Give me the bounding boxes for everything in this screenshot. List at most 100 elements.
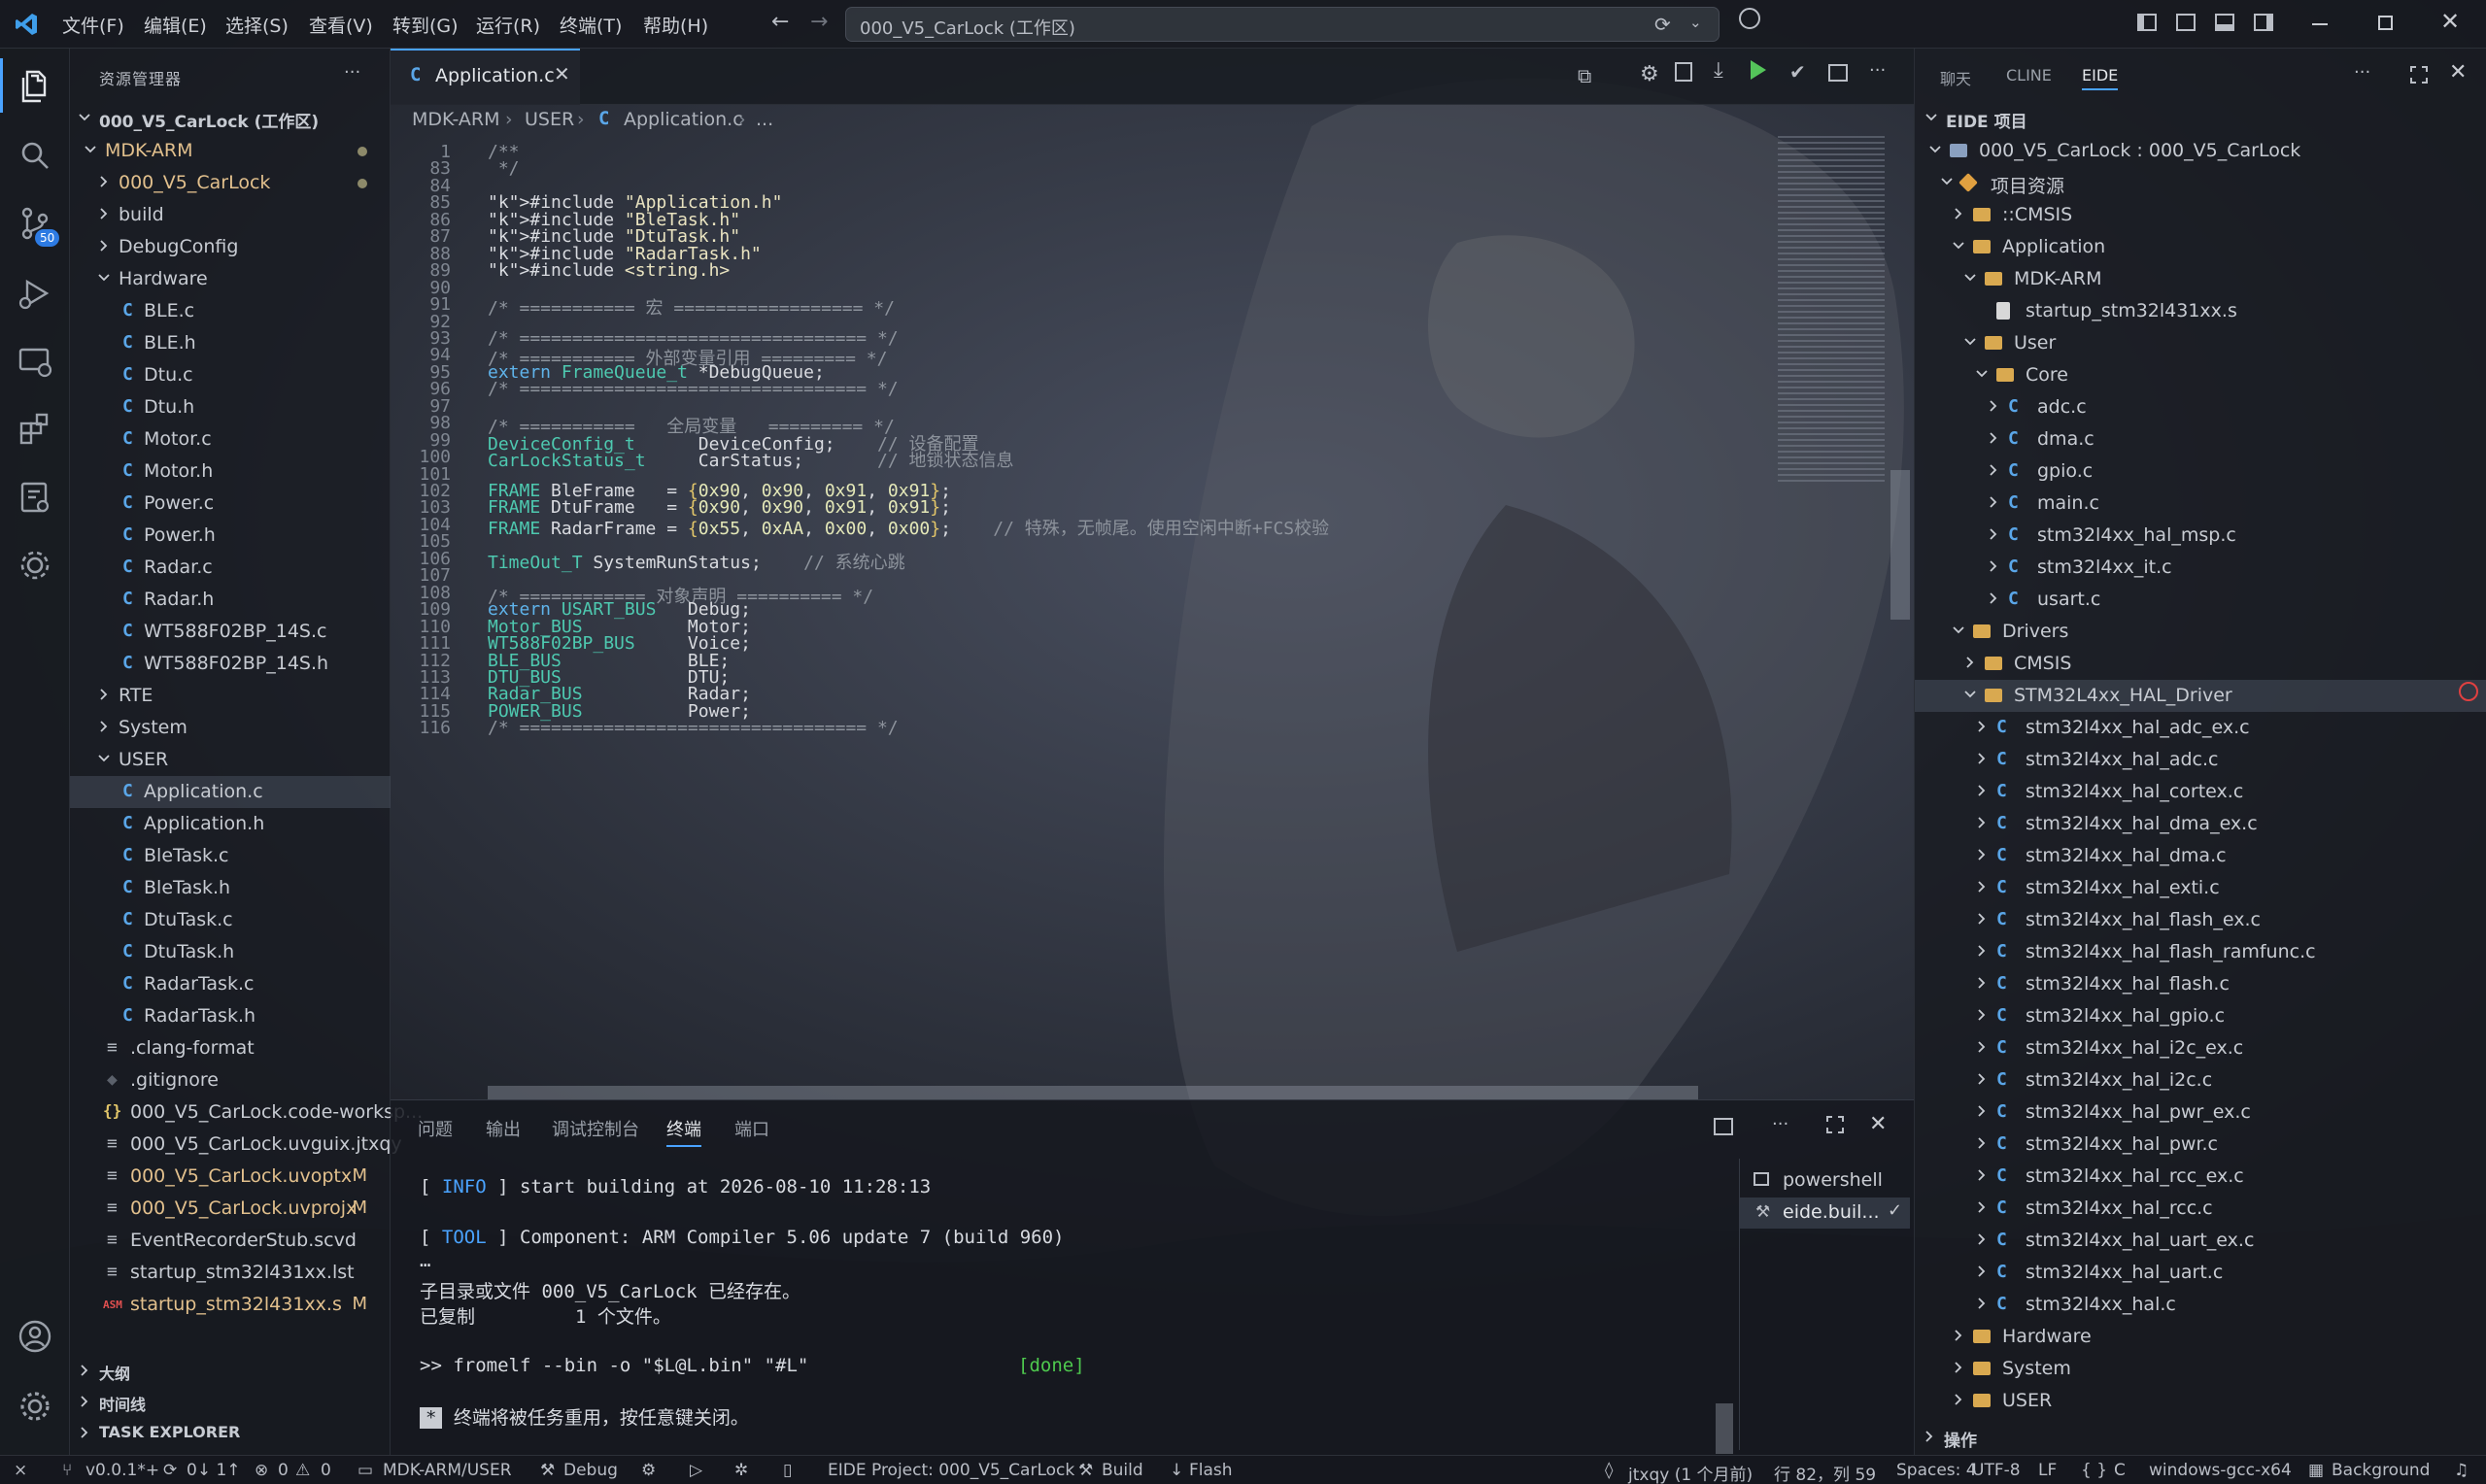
- panel-tab[interactable]: 调试控制台: [552, 1116, 639, 1141]
- tree-file[interactable]: ASM startup_stm32l431xx.s M: [70, 1289, 391, 1321]
- settings-sync-icon[interactable]: [16, 546, 54, 585]
- tree-folder[interactable]: System: [70, 712, 391, 744]
- eide-file[interactable]: Cstm32l4xx_hal_i2c.c: [1915, 1064, 2486, 1096]
- run-icon[interactable]: [1751, 60, 1766, 80]
- nav-forward-icon[interactable]: →: [810, 10, 828, 34]
- tree-folder[interactable]: USER: [70, 744, 391, 776]
- toggle-panel-icon[interactable]: [2215, 14, 2234, 31]
- indentation[interactable]: Spaces: 4: [1896, 1461, 1977, 1480]
- git-blame[interactable]: jtxqy (1 个月前): [1628, 1461, 1753, 1484]
- eide-node[interactable]: startup_stm32l431xx.s: [1915, 295, 2486, 327]
- eide-node[interactable]: USER: [1915, 1385, 2486, 1417]
- tree-file[interactable]: C Radar.h: [70, 584, 391, 616]
- split-editor-icon[interactable]: [1828, 64, 1848, 82]
- eide-node[interactable]: CMSIS: [1915, 648, 2486, 680]
- close-sidebar-icon[interactable]: ✕: [2449, 60, 2467, 84]
- copilot-icon[interactable]: [1739, 8, 1760, 29]
- run-debug-icon[interactable]: [16, 274, 54, 313]
- eide-file[interactable]: Cstm32l4xx_hal_rcc.c: [1915, 1193, 2486, 1225]
- vertical-scrollbar-thumb[interactable]: [1890, 470, 1910, 620]
- language-mode[interactable]: C: [2114, 1461, 2126, 1480]
- warning-count[interactable]: 0: [321, 1461, 331, 1480]
- clean-icon[interactable]: ✔: [1789, 60, 1806, 84]
- eide-file[interactable]: Cstm32l4xx_it.c: [1915, 552, 2486, 584]
- tree-file[interactable]: C DtuTask.c: [70, 904, 391, 936]
- maximize-panel-icon[interactable]: [1826, 1116, 1844, 1133]
- manage-gear-icon[interactable]: [16, 1387, 54, 1426]
- eide-file[interactable]: Cstm32l4xx_hal_uart_ex.c: [1915, 1225, 2486, 1257]
- eide-file[interactable]: Cstm32l4xx_hal_exti.c: [1915, 872, 2486, 904]
- trash-icon[interactable]: ▯: [783, 1461, 792, 1480]
- tree-folder[interactable]: RTE: [70, 680, 391, 712]
- account-icon[interactable]: [16, 1317, 54, 1356]
- secondary-tab[interactable]: CLINE: [2006, 66, 2052, 84]
- menu-item[interactable]: 终端(T): [560, 12, 622, 38]
- eide-file[interactable]: Cstm32l4xx_hal_pwr.c: [1915, 1129, 2486, 1161]
- eide-file[interactable]: Cadc.c: [1915, 391, 2486, 423]
- tree-file[interactable]: ≡ startup_stm32l431xx.lst: [70, 1257, 391, 1289]
- eide-node[interactable]: Hardware: [1915, 1321, 2486, 1353]
- secondary-tab[interactable]: EIDE: [2082, 66, 2119, 90]
- tree-file[interactable]: C DtuTask.h: [70, 936, 391, 968]
- eide-section-header[interactable]: EIDE 项目: [1915, 103, 2486, 135]
- code-editor[interactable]: 1/** 83 */84 85 "k">#include "Application.h…: [391, 136, 1914, 1099]
- eide-file[interactable]: Cusart.c: [1915, 584, 2486, 616]
- nav-back-icon[interactable]: ←: [771, 10, 789, 34]
- eide-file[interactable]: Cgpio.c: [1915, 455, 2486, 488]
- layout-grid-icon[interactable]: [2176, 14, 2196, 31]
- search-icon[interactable]: [16, 136, 54, 175]
- eide-project-status[interactable]: EIDE Project: 000_V5_CarLock: [828, 1461, 1074, 1480]
- eide-node[interactable]: 000_V5_CarLock : 000_V5_CarLock: [1915, 135, 2486, 167]
- tree-file[interactable]: C Dtu.h: [70, 391, 391, 423]
- eide-node[interactable]: STM32L4xx_HAL_Driver: [1915, 680, 2486, 712]
- code-line[interactable]: /* =========== 宏 ================== */: [488, 294, 895, 320]
- tree-file[interactable]: C Dtu.c: [70, 359, 391, 391]
- eide-file[interactable]: Cstm32l4xx_hal_dma.c: [1915, 840, 2486, 872]
- remote-explorer-icon[interactable]: [16, 342, 54, 381]
- error-count[interactable]: 0: [278, 1461, 289, 1480]
- eide-file[interactable]: Cstm32l4xx_hal_dma_ex.c: [1915, 808, 2486, 840]
- tree-file[interactable]: C BLE.h: [70, 327, 391, 359]
- code-line[interactable]: /* ================================= */: [488, 379, 899, 399]
- tree-file[interactable]: C BLE.c: [70, 295, 391, 327]
- tree-file[interactable]: C BleTask.c: [70, 840, 391, 872]
- tree-file[interactable]: {} 000_V5_CarLock.code-worksp...: [70, 1096, 423, 1129]
- extensions-icon[interactable]: [16, 410, 54, 449]
- run-icon[interactable]: ▷: [690, 1461, 702, 1480]
- status-build[interactable]: Build: [1102, 1461, 1143, 1480]
- eide-file[interactable]: Cstm32l4xx_hal_rcc_ex.c: [1915, 1161, 2486, 1193]
- eide-node[interactable]: Application: [1915, 231, 2486, 263]
- menu-item[interactable]: 查看(V): [309, 12, 373, 38]
- eide-file[interactable]: Cmain.c: [1915, 488, 2486, 520]
- eide-node[interactable]: MDK-ARM: [1915, 263, 2486, 295]
- tree-file[interactable]: ≡ 000_V5_CarLock.uvprojx M: [70, 1193, 391, 1225]
- remote-icon[interactable]: ⨯: [14, 1461, 27, 1480]
- toggle-secondary-sidebar-icon[interactable]: [2254, 14, 2273, 31]
- eide-file[interactable]: Cstm32l4xx_hal_gpio.c: [1915, 1000, 2486, 1032]
- horizontal-scrollbar-thumb[interactable]: [488, 1086, 1698, 1099]
- eide-file[interactable]: Cstm32l4xx_hal_flash_ex.c: [1915, 904, 2486, 936]
- tree-file[interactable]: C Radar.c: [70, 552, 391, 584]
- actions-section-header[interactable]: 操作: [1915, 1422, 2486, 1454]
- code-line[interactable]: FRAME RadarFrame = {0x55, 0xAA, 0x00, 0x…: [488, 515, 1329, 540]
- tree-file[interactable]: C Power.h: [70, 520, 391, 552]
- workspace-header[interactable]: 000_V5_CarLock (工作区): [70, 103, 391, 135]
- secondary-tab[interactable]: 聊天: [1940, 66, 1971, 89]
- menu-item[interactable]: 转到(G): [392, 12, 459, 38]
- close-tab-icon[interactable]: ✕: [554, 62, 570, 85]
- panel-tab[interactable]: 问题: [418, 1116, 453, 1141]
- status-flash[interactable]: Flash: [1189, 1461, 1233, 1480]
- minimap[interactable]: [1778, 136, 1885, 486]
- tree-folder[interactable]: Hardware: [70, 263, 391, 295]
- debug-config-icon[interactable]: ⧉: [1578, 64, 1591, 87]
- code-line[interactable]: CarLockStatus_t CarStatus; // 地锁状态信息: [488, 447, 1014, 472]
- editor-more-icon[interactable]: ···: [1869, 60, 1886, 81]
- panel-tab[interactable]: 端口: [734, 1116, 769, 1141]
- eide-file[interactable]: Cstm32l4xx_hal_adc.c: [1915, 744, 2486, 776]
- eide-file[interactable]: Cstm32l4xx_hal_flash.c: [1915, 968, 2486, 1000]
- close-panel-icon[interactable]: ✕: [1869, 1112, 1887, 1136]
- eide-file[interactable]: Cstm32l4xx_hal_adc_ex.c: [1915, 712, 2486, 744]
- build-icon[interactable]: [1675, 62, 1692, 82]
- status-debug[interactable]: Debug: [563, 1461, 618, 1480]
- eol[interactable]: LF: [2038, 1461, 2057, 1480]
